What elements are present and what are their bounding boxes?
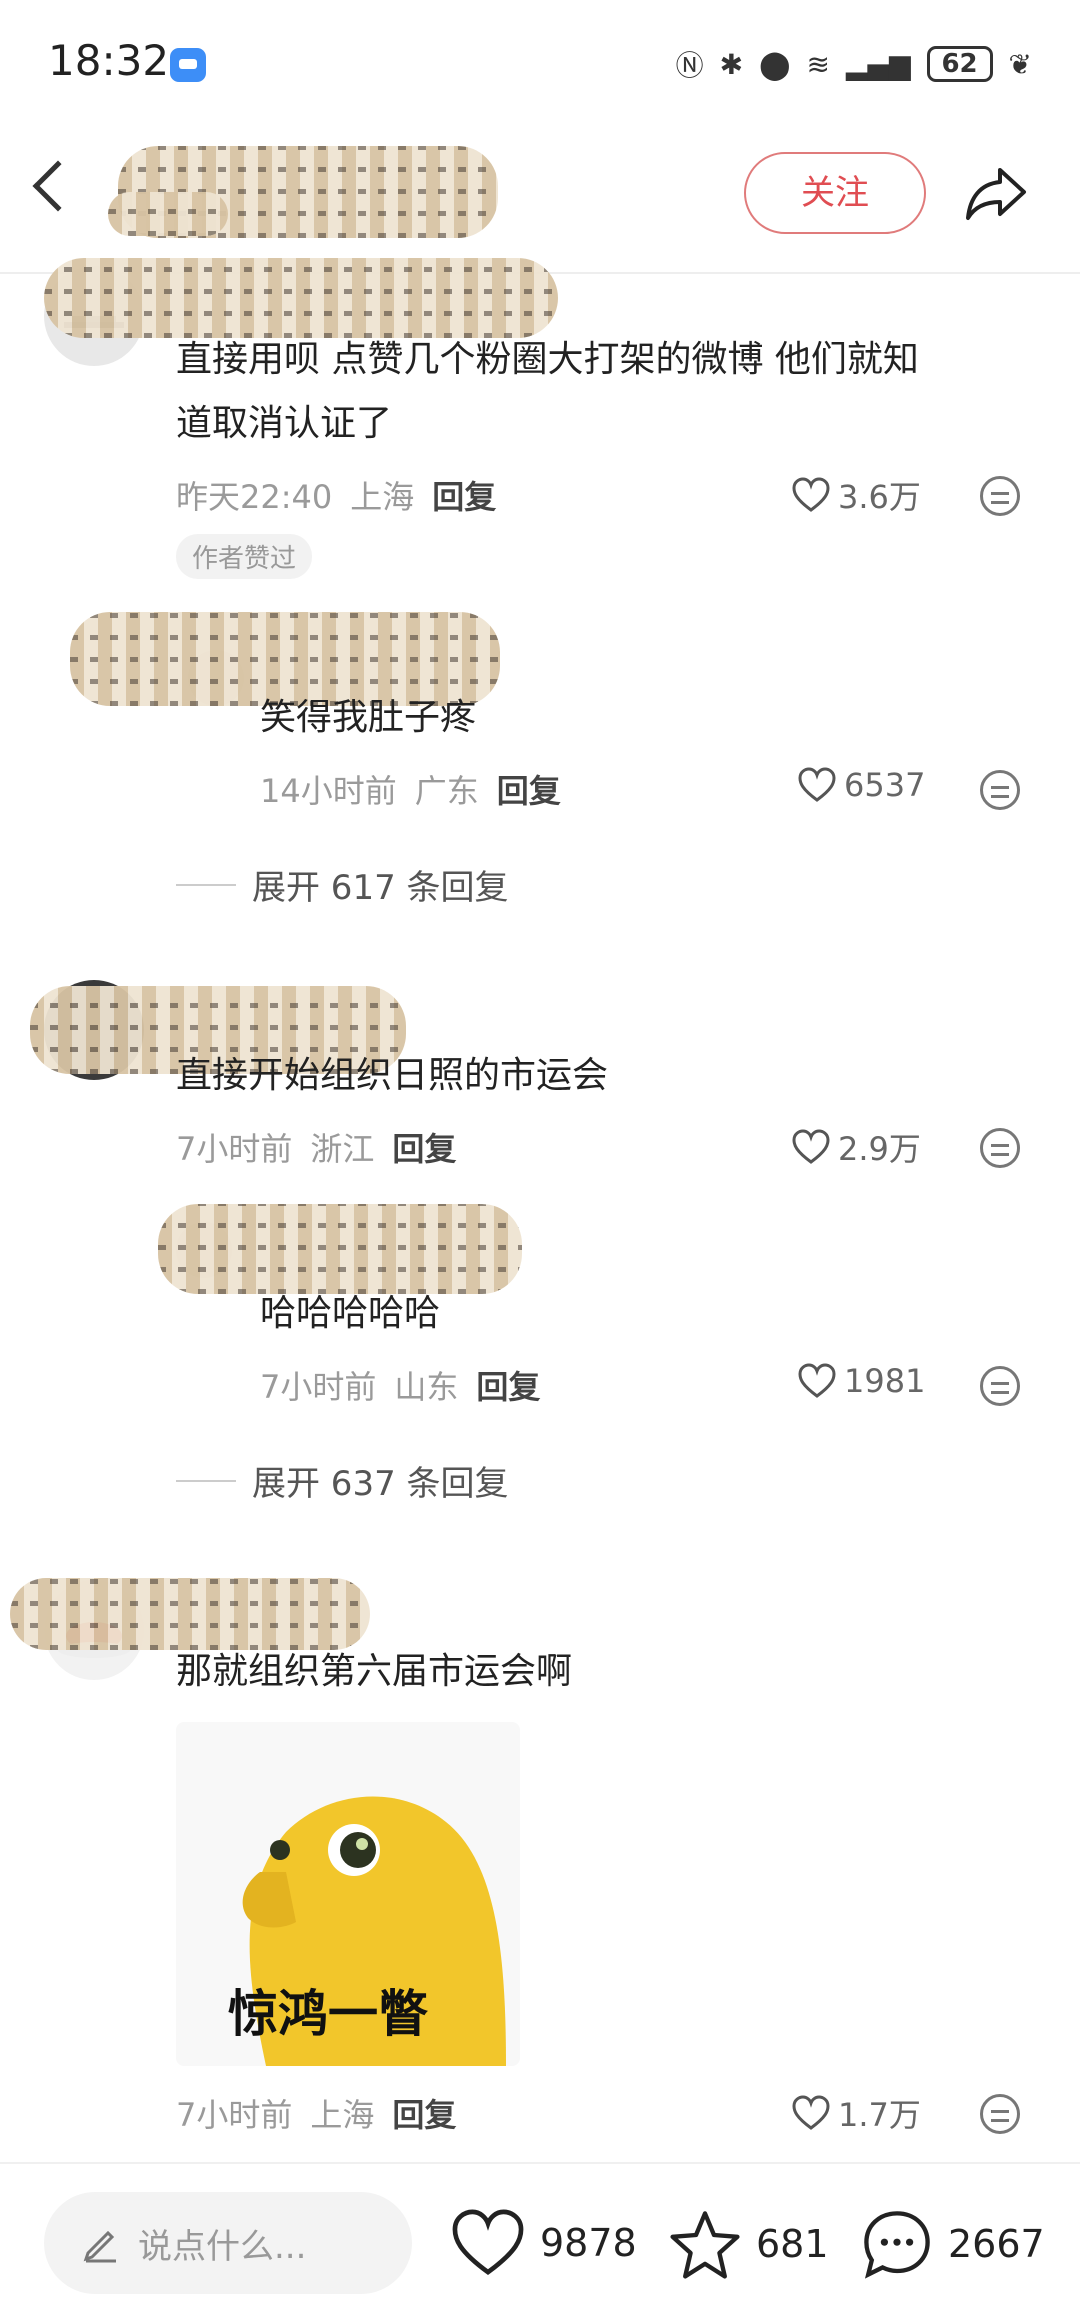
more-options-icon[interactable] — [980, 2094, 1020, 2134]
comment-time: 7小时前 — [176, 1130, 293, 1168]
message-notification-icon — [170, 48, 206, 82]
comment-count-button[interactable]: 2667 — [860, 2208, 1045, 2280]
star-icon — [670, 2211, 740, 2279]
comment-location: 上海 — [310, 2096, 375, 2134]
comment-text: 那就组织第六届市运会啊 — [176, 1651, 573, 1692]
location-icon: ⬤ — [759, 47, 791, 81]
redacted-author-avatar — [108, 192, 228, 236]
comment-meta: 昨天22:40 上海 回复 — [176, 472, 496, 518]
favorite-button[interactable]: 681 — [668, 2208, 829, 2280]
comment-text: 直接用呗 点赞几个粉圈大打架的微博 他们就知 — [176, 339, 919, 380]
reply-button[interactable]: 回复 — [392, 2090, 456, 2136]
heart-icon — [792, 1129, 830, 1164]
heart-icon — [792, 2095, 830, 2130]
bluetooth-icon: ✱ — [719, 47, 744, 81]
nfc-icon: Ⓝ — [675, 49, 704, 82]
status-time: 18:32 — [48, 36, 170, 85]
reply-location: 山东 — [394, 1368, 459, 1406]
reply-text: 笑得我肚子疼 — [260, 697, 477, 738]
status-icons: Ⓝ ✱ ⬤ ≋ ▂▄▆ 62 ❦ — [676, 44, 1032, 84]
redacted-username — [158, 1204, 522, 1294]
reply-button[interactable]: 回复 — [432, 472, 496, 518]
comment-meta: 7小时前 上海 回复 — [176, 2090, 456, 2136]
wifi-icon: ≋ — [806, 47, 830, 81]
comment-time: 7小时前 — [176, 2096, 293, 2134]
more-options-icon[interactable] — [980, 770, 1020, 810]
follow-button[interactable]: 关注 — [744, 152, 926, 234]
more-options-icon[interactable] — [980, 1366, 1020, 1406]
sticker-caption: 惊鸿一瞥 — [228, 1985, 428, 2043]
like-count: 2.9万 — [838, 1130, 921, 1168]
leaf-icon: ❦ — [1008, 47, 1032, 81]
comment-time: 昨天22:40 — [176, 478, 333, 516]
reply-meta: 14小时前 广东 回复 — [260, 766, 561, 812]
comment-text: 道取消认证了 — [176, 403, 393, 444]
like-button[interactable]: 1.7万 — [792, 2090, 921, 2136]
like-count: 3.6万 — [838, 478, 921, 516]
post-like-count: 9878 — [540, 2221, 637, 2265]
expand-replies-button[interactable]: 展开 617 条回复 — [176, 860, 509, 909]
expand-replies-button[interactable]: 展开 637 条回复 — [176, 1456, 509, 1505]
bottom-divider — [0, 2162, 1080, 2164]
comment-text: 直接开始组织日照的市运会 — [176, 1055, 609, 1096]
share-icon[interactable] — [964, 160, 1028, 224]
sticker-image[interactable]: 惊鸿一瞥 — [176, 1722, 520, 2066]
more-options-icon[interactable] — [980, 1128, 1020, 1168]
reply-button[interactable]: 回复 — [476, 1362, 540, 1408]
comment-location: 浙江 — [310, 1130, 375, 1168]
heart-icon — [798, 767, 836, 802]
comment-bubble-icon — [864, 2211, 930, 2279]
reply-meta: 7小时前 山东 回复 — [260, 1362, 540, 1408]
heart-icon — [798, 1363, 836, 1398]
reply-time: 7小时前 — [260, 1368, 377, 1406]
heart-icon — [452, 2209, 524, 2276]
signal-icon: ▂▄▆ — [845, 47, 911, 81]
comment-count: 2667 — [948, 2222, 1045, 2266]
like-button[interactable]: 1981 — [798, 1362, 925, 1400]
like-button[interactable]: 3.6万 — [792, 472, 921, 518]
comment-location: 上海 — [350, 478, 415, 516]
pencil-icon — [83, 2230, 116, 2263]
battery-icon: 62 — [926, 46, 993, 82]
favorite-count: 681 — [756, 2222, 829, 2266]
like-count: 6537 — [844, 766, 926, 804]
like-count: 1.7万 — [838, 2096, 921, 2134]
like-button[interactable]: 6537 — [798, 766, 925, 804]
post-like-button[interactable]: 9878 — [450, 2208, 637, 2278]
input-placeholder: 说点什么... — [138, 2226, 307, 2267]
heart-icon — [792, 477, 830, 512]
reply-location: 广东 — [414, 772, 479, 810]
like-count: 1981 — [844, 1362, 926, 1400]
like-button[interactable]: 2.9万 — [792, 1124, 921, 1170]
reply-time: 14小时前 — [260, 772, 397, 810]
reply-button[interactable]: 回复 — [497, 766, 561, 812]
comment-meta: 7小时前 浙江 回复 — [176, 1124, 456, 1170]
more-options-icon[interactable] — [980, 476, 1020, 516]
comment-input[interactable]: 说点什么... — [44, 2192, 412, 2294]
reply-text: 哈哈哈哈哈 — [260, 1293, 441, 1334]
redacted-username — [44, 258, 558, 338]
author-liked-badge: 作者赞过 — [176, 534, 313, 579]
reply-button[interactable]: 回复 — [392, 1124, 456, 1170]
back-button[interactable] — [32, 160, 84, 212]
